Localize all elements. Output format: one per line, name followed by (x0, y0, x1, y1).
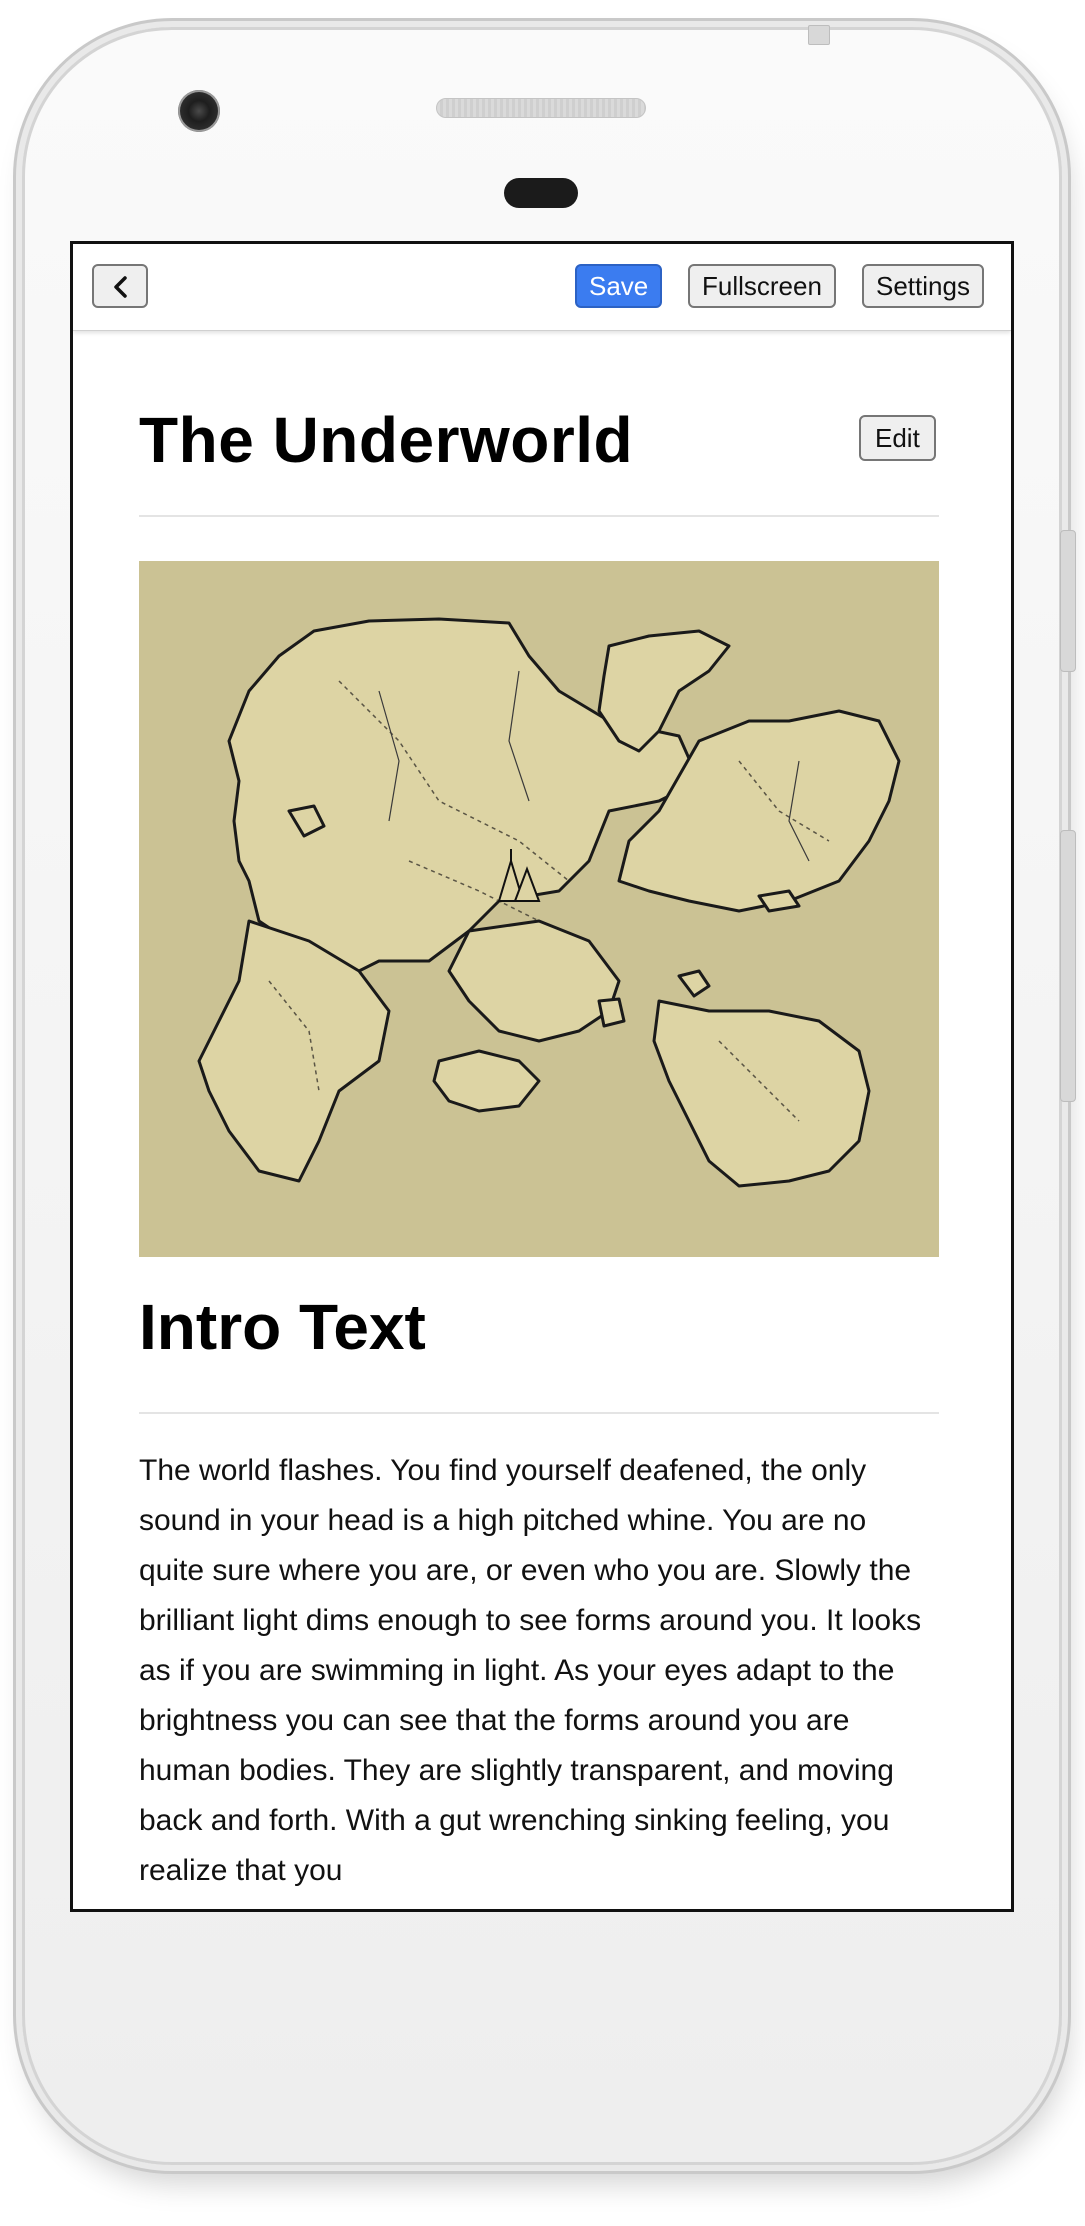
phone-top-button (808, 25, 830, 45)
toolbar: Save Fullscreen Settings (73, 244, 1011, 331)
settings-button[interactable]: Settings (862, 264, 984, 308)
map-illustration (197, 617, 901, 1188)
page-title: The Underworld (139, 404, 634, 476)
fullscreen-button[interactable]: Fullscreen (688, 264, 836, 308)
section-title: Intro Text (139, 1291, 426, 1363)
app-screen: Save Fullscreen Settings The Underworld … (70, 241, 1014, 1912)
save-button[interactable]: Save (575, 264, 663, 308)
back-button[interactable] (92, 264, 148, 308)
intro-text: The world flashes. You find yourself dea… (139, 1454, 922, 1887)
page-content: The Underworld Edit Intro Text The world… (139, 330, 939, 1887)
proximity-sensor (504, 178, 578, 208)
edit-button[interactable]: Edit (859, 415, 936, 461)
section-divider (139, 1412, 939, 1414)
chevron-left-icon (114, 276, 127, 298)
front-camera (178, 90, 220, 132)
phone-power-button (1060, 530, 1076, 672)
earpiece-speaker (436, 98, 646, 118)
title-row: The Underworld Edit (139, 330, 939, 517)
phone-volume-button (1060, 830, 1076, 1102)
world-map-image (139, 561, 939, 1257)
